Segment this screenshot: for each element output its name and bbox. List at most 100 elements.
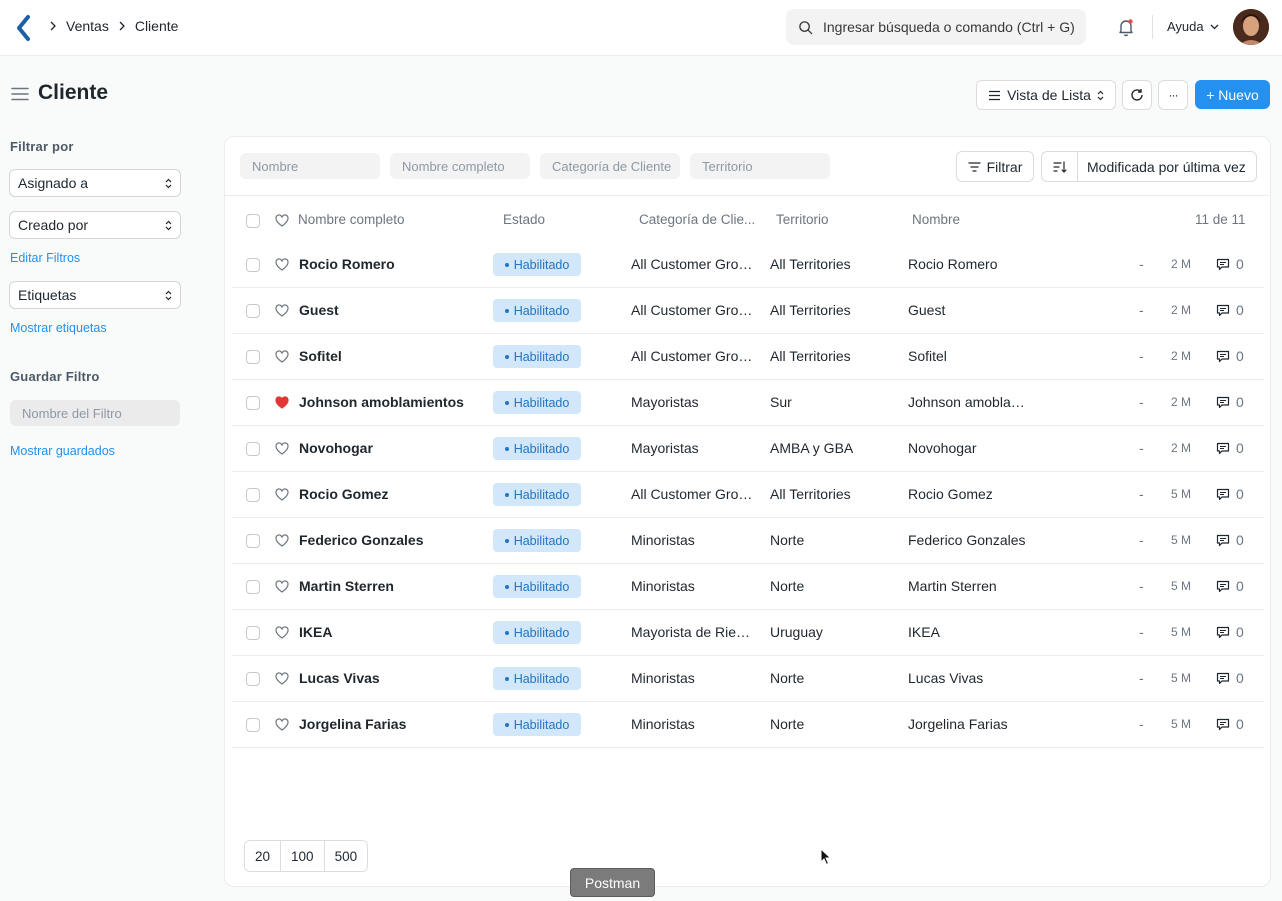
row-full-name[interactable]: Sofitel <box>299 348 342 364</box>
row-full-name[interactable]: Guest <box>299 302 339 318</box>
column-full-name[interactable]: Nombre completo <box>298 212 405 227</box>
assigned-to-select[interactable]: Asignado a <box>9 169 181 197</box>
table-row[interactable]: Guest Habilitado All Customer Groups All Te… <box>232 288 1264 334</box>
heart-icon[interactable] <box>275 304 289 318</box>
page-size-20[interactable]: 20 <box>245 841 281 871</box>
row-name: Lucas Vivas <box>908 670 984 686</box>
row-comments[interactable]: 0 <box>1216 302 1244 318</box>
filter-categoria-input[interactable] <box>540 153 680 179</box>
select-all-checkbox[interactable] <box>246 214 260 228</box>
row-comments[interactable]: 0 <box>1216 716 1244 732</box>
heart-icon[interactable] <box>275 214 289 228</box>
row-checkbox[interactable] <box>246 396 260 410</box>
heart-icon[interactable] <box>275 718 289 732</box>
page-size-500[interactable]: 500 <box>323 841 368 871</box>
row-full-name[interactable]: Lucas Vivas <box>299 670 380 686</box>
row-comments[interactable]: 0 <box>1216 486 1244 502</box>
show-tags-link[interactable]: Mostrar etiquetas <box>10 321 107 335</box>
row-full-name[interactable]: IKEA <box>299 624 332 640</box>
column-status[interactable]: Estado <box>503 212 545 227</box>
filter-territorio-input[interactable] <box>690 153 830 179</box>
heart-icon[interactable] <box>275 258 289 272</box>
show-saved-link[interactable]: Mostrar guardados <box>10 444 115 458</box>
tags-select[interactable]: Etiquetas <box>9 281 181 309</box>
row-full-name[interactable]: Rocio Romero <box>299 256 395 272</box>
page-size-100[interactable]: 100 <box>280 841 324 871</box>
table-row[interactable]: Johnson amoblamientos Habilitado Mayorista… <box>232 380 1264 426</box>
row-checkbox[interactable] <box>246 718 260 732</box>
table-row[interactable]: Jorgelina Farias Habilitado Minoristas Nort… <box>232 702 1264 748</box>
row-checkbox[interactable] <box>246 626 260 640</box>
column-territory[interactable]: Territorio <box>776 212 829 227</box>
user-avatar[interactable] <box>1233 9 1269 45</box>
row-comments[interactable]: 0 <box>1216 578 1244 594</box>
table-row[interactable]: IKEA Habilitado Mayorista de Riesgo Uruguay… <box>232 610 1264 656</box>
heart-icon[interactable] <box>275 350 289 364</box>
table-row[interactable]: Rocio Romero Habilitado All Customer Group… <box>232 242 1264 288</box>
row-full-name[interactable]: Federico Gonzales <box>299 532 423 548</box>
status-dot <box>504 308 509 313</box>
column-category[interactable]: Categoría de Clie... <box>639 212 755 227</box>
heart-icon[interactable] <box>275 534 289 548</box>
table-row[interactable]: Rocio Gomez Habilitado All Customer Groups… <box>232 472 1264 518</box>
filter-button[interactable]: Filtrar <box>956 151 1034 182</box>
more-actions-button[interactable]: ··· <box>1158 80 1188 110</box>
row-checkbox[interactable] <box>246 258 260 272</box>
row-full-name[interactable]: Novohogar <box>299 440 373 456</box>
row-full-name[interactable]: Martin Sterren <box>299 578 394 594</box>
row-checkbox[interactable] <box>246 488 260 502</box>
heart-icon[interactable] <box>275 488 289 502</box>
row-comments[interactable]: 0 <box>1216 532 1244 548</box>
row-comments[interactable]: 0 <box>1216 348 1244 364</box>
row-checkbox[interactable] <box>246 442 260 456</box>
row-full-name[interactable]: Johnson amoblamientos <box>299 394 464 410</box>
app-logo-icon[interactable] <box>14 14 34 42</box>
column-name[interactable]: Nombre <box>912 212 960 227</box>
sort-control[interactable]: Modificada por última vez <box>1041 151 1257 182</box>
heart-icon[interactable] <box>275 580 289 594</box>
new-button[interactable]: + Nuevo <box>1195 80 1270 109</box>
filter-nombre-input[interactable] <box>240 153 380 179</box>
row-comments[interactable]: 0 <box>1216 394 1244 410</box>
row-checkbox[interactable] <box>246 672 260 686</box>
row-comments[interactable]: 0 <box>1216 670 1244 686</box>
row-full-name[interactable]: Jorgelina Farias <box>299 716 406 732</box>
row-checkbox[interactable] <box>246 534 260 548</box>
filter-name-input[interactable] <box>10 400 180 426</box>
table-row[interactable]: Martin Sterren Habilitado Minoristas Norte M… <box>232 564 1264 610</box>
search-bar[interactable] <box>786 9 1086 45</box>
heart-filled-icon[interactable] <box>275 396 289 410</box>
row-checkbox[interactable] <box>246 350 260 364</box>
filter-nombre-completo-input[interactable] <box>390 153 530 179</box>
sidebar-toggle-icon[interactable] <box>11 87 29 101</box>
row-comments[interactable]: 0 <box>1216 624 1244 640</box>
row-comments[interactable]: 0 <box>1216 440 1244 456</box>
notification-bell-icon[interactable] <box>1116 17 1136 37</box>
row-comments[interactable]: 0 <box>1216 256 1244 272</box>
sort-field-label[interactable]: Modificada por última vez <box>1078 159 1246 175</box>
breadcrumb-ventas[interactable]: Ventas <box>66 18 109 34</box>
search-input[interactable] <box>823 19 1083 35</box>
view-switcher-button[interactable]: Vista de Lista <box>976 80 1116 110</box>
heart-icon[interactable] <box>275 442 289 456</box>
help-dropdown[interactable]: Ayuda <box>1167 19 1219 34</box>
breadcrumb-cliente[interactable]: Cliente <box>135 18 179 34</box>
row-checkbox[interactable] <box>246 580 260 594</box>
table-row[interactable]: Lucas Vivas Habilitado Minoristas Norte Luca… <box>232 656 1264 702</box>
refresh-button[interactable] <box>1122 80 1152 110</box>
comment-icon <box>1216 672 1230 684</box>
row-name: Rocio Gomez <box>908 486 993 502</box>
sort-direction-button[interactable] <box>1042 152 1078 181</box>
status-label: Habilitado <box>513 717 570 732</box>
edit-filters-link[interactable]: Editar Filtros <box>10 251 80 265</box>
row-full-name[interactable]: Rocio Gomez <box>299 486 388 502</box>
row-checkbox[interactable] <box>246 304 260 318</box>
heart-icon[interactable] <box>275 626 289 640</box>
row-category: Mayoristas <box>631 440 699 456</box>
heart-icon[interactable] <box>275 672 289 686</box>
table-row[interactable]: Federico Gonzales Habilitado Minoristas Nor… <box>232 518 1264 564</box>
table-row[interactable]: Sofitel Habilitado All Customer Groups All … <box>232 334 1264 380</box>
table-row[interactable]: Novohogar Habilitado Mayoristas AMBA y GBA N… <box>232 426 1264 472</box>
chevron-right-icon <box>48 21 58 31</box>
created-by-select[interactable]: Creado por <box>9 211 181 239</box>
